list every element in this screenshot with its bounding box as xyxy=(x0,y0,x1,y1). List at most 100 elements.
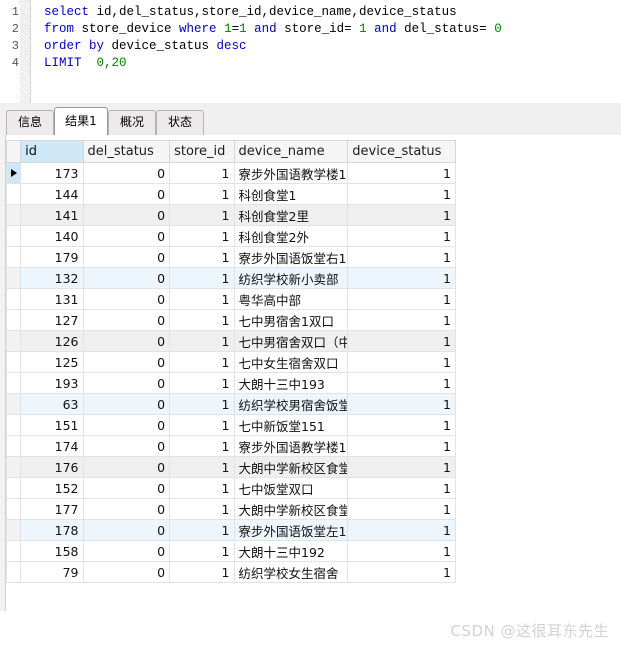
table-row[interactable]: 158 0 1 大朗十三中192 1 xyxy=(5,540,456,562)
cell-store_id[interactable]: 1 xyxy=(169,267,235,289)
cell-device_name[interactable]: 粤华高中部 xyxy=(233,288,349,310)
table-row[interactable]: 126 0 1 七中男宿舍双口（中 1 xyxy=(5,330,456,352)
cell-del_status[interactable]: 0 xyxy=(82,330,171,352)
cell-id[interactable]: 151 xyxy=(20,414,84,436)
cell-del_status[interactable]: 0 xyxy=(82,561,171,583)
cell-id[interactable]: 125 xyxy=(20,351,84,373)
cell-device_status[interactable]: 1 xyxy=(347,498,456,520)
cell-device_status[interactable]: 1 xyxy=(347,519,456,541)
table-row[interactable]: 63 0 1 纺织学校男宿舍饭堂 1 xyxy=(5,393,456,415)
row-marker-cell[interactable] xyxy=(5,519,22,541)
cell-del_status[interactable]: 0 xyxy=(82,288,171,310)
cell-device_name[interactable]: 科创食堂2外 xyxy=(233,225,349,247)
cell-id[interactable]: 178 xyxy=(20,519,84,541)
cell-device_status[interactable]: 1 xyxy=(347,162,456,184)
row-marker-cell[interactable] xyxy=(5,456,22,478)
cell-del_status[interactable]: 0 xyxy=(82,267,171,289)
table-row[interactable]: 179 0 1 寮步外国语饭堂右17 1 xyxy=(5,246,456,268)
cell-store_id[interactable]: 1 xyxy=(169,498,235,520)
table-row[interactable]: 125 0 1 七中女生宿舍双口 1 xyxy=(5,351,456,373)
cell-del_status[interactable]: 0 xyxy=(82,204,171,226)
cell-device_status[interactable]: 1 xyxy=(347,288,456,310)
cell-store_id[interactable]: 1 xyxy=(169,414,235,436)
cell-del_status[interactable]: 0 xyxy=(82,456,171,478)
cell-device_name[interactable]: 大朗十三中192 xyxy=(233,540,349,562)
cell-del_status[interactable]: 0 xyxy=(82,372,171,394)
column-header-del_status[interactable]: del_status xyxy=(82,140,171,163)
row-marker-cell[interactable] xyxy=(5,288,22,310)
cell-device_name[interactable]: 大朗中学新校区食堂 xyxy=(233,456,349,478)
cell-del_status[interactable]: 0 xyxy=(82,162,171,184)
cell-device_name[interactable]: 寮步外国语教学楼17 xyxy=(233,162,349,184)
row-marker-cell[interactable] xyxy=(5,393,22,415)
table-row[interactable]: 178 0 1 寮步外国语饭堂左17 1 xyxy=(5,519,456,541)
row-marker-cell[interactable] xyxy=(5,267,22,289)
sql-editor-pane[interactable]: 1 2 3 4 select id,del_status,store_id,devic… xyxy=(0,0,621,104)
row-marker-cell[interactable] xyxy=(5,540,22,562)
tab-1-active[interactable]: 结果1 xyxy=(54,107,108,135)
table-row[interactable]: 127 0 1 七中男宿舍1双口 1 xyxy=(5,309,456,331)
row-marker-cell[interactable] xyxy=(5,204,22,226)
cell-id[interactable]: 158 xyxy=(20,540,84,562)
cell-del_status[interactable]: 0 xyxy=(82,414,171,436)
cell-store_id[interactable]: 1 xyxy=(169,162,235,184)
cell-store_id[interactable]: 1 xyxy=(169,393,235,415)
cell-device_status[interactable]: 1 xyxy=(347,225,456,247)
cell-id[interactable]: 177 xyxy=(20,498,84,520)
cell-del_status[interactable]: 0 xyxy=(82,498,171,520)
cell-del_status[interactable]: 0 xyxy=(82,393,171,415)
cell-del_status[interactable]: 0 xyxy=(82,309,171,331)
cell-device_name[interactable]: 七中男宿舍双口（中 xyxy=(233,330,349,352)
result-grid-pane[interactable]: id del_status store_id device_name device_st… xyxy=(0,135,621,655)
cell-store_id[interactable]: 1 xyxy=(169,540,235,562)
column-header-device_name[interactable]: device_name xyxy=(233,140,349,163)
row-marker-cell[interactable] xyxy=(5,561,22,583)
cell-store_id[interactable]: 1 xyxy=(169,351,235,373)
cell-id[interactable]: 63 xyxy=(20,393,84,415)
cell-id[interactable]: 141 xyxy=(20,204,84,226)
cell-device_name[interactable]: 寮步外国语教学楼17 xyxy=(233,435,349,457)
cell-device_status[interactable]: 1 xyxy=(347,204,456,226)
cell-device_name[interactable]: 纺织学校新小卖部 xyxy=(233,267,349,289)
cell-store_id[interactable]: 1 xyxy=(169,183,235,205)
table-row[interactable]: 140 0 1 科创食堂2外 1 xyxy=(5,225,456,247)
cell-device_name[interactable]: 七中男宿舍1双口 xyxy=(233,309,349,331)
tab-0[interactable]: 信息 xyxy=(6,110,54,135)
table-row[interactable]: 174 0 1 寮步外国语教学楼17 1 xyxy=(5,435,456,457)
cell-store_id[interactable]: 1 xyxy=(169,477,235,499)
tab-3[interactable]: 状态 xyxy=(156,110,204,135)
tab-2[interactable]: 概况 xyxy=(108,110,156,135)
cell-device_name[interactable]: 科创食堂2里 xyxy=(233,204,349,226)
cell-del_status[interactable]: 0 xyxy=(82,183,171,205)
cell-device_status[interactable]: 1 xyxy=(347,183,456,205)
cell-store_id[interactable]: 1 xyxy=(169,435,235,457)
cell-device_name[interactable]: 纺织学校男宿舍饭堂 xyxy=(233,393,349,415)
row-marker-cell[interactable] xyxy=(5,162,22,184)
column-header-id[interactable]: id xyxy=(20,140,84,163)
cell-device_name[interactable]: 七中女生宿舍双口 xyxy=(233,351,349,373)
table-row[interactable]: 144 0 1 科创食堂1 1 xyxy=(5,183,456,205)
row-marker-cell[interactable] xyxy=(5,435,22,457)
row-marker-cell[interactable] xyxy=(5,330,22,352)
cell-store_id[interactable]: 1 xyxy=(169,204,235,226)
cell-device_status[interactable]: 1 xyxy=(347,309,456,331)
cell-store_id[interactable]: 1 xyxy=(169,225,235,247)
row-marker-cell[interactable] xyxy=(5,246,22,268)
cell-del_status[interactable]: 0 xyxy=(82,435,171,457)
row-marker-cell[interactable] xyxy=(5,414,22,436)
cell-id[interactable]: 179 xyxy=(20,246,84,268)
table-row[interactable]: 131 0 1 粤华高中部 1 xyxy=(5,288,456,310)
cell-device_status[interactable]: 1 xyxy=(347,372,456,394)
cell-store_id[interactable]: 1 xyxy=(169,561,235,583)
cell-store_id[interactable]: 1 xyxy=(169,330,235,352)
cell-device_name[interactable]: 纺织学校女生宿舍 xyxy=(233,561,349,583)
cell-store_id[interactable]: 1 xyxy=(169,309,235,331)
result-table[interactable]: id del_status store_id device_name device_st… xyxy=(5,140,456,583)
cell-id[interactable]: 144 xyxy=(20,183,84,205)
cell-device_status[interactable]: 1 xyxy=(347,435,456,457)
column-header-device_status[interactable]: device_status xyxy=(347,140,456,163)
table-body[interactable]: 173 0 1 寮步外国语教学楼17 1 144 0 1 科创食堂1 1 141 0 1 科创食堂2里 1 1… xyxy=(5,162,456,583)
cell-del_status[interactable]: 0 xyxy=(82,519,171,541)
cell-device_status[interactable]: 1 xyxy=(347,477,456,499)
cell-device_status[interactable]: 1 xyxy=(347,414,456,436)
